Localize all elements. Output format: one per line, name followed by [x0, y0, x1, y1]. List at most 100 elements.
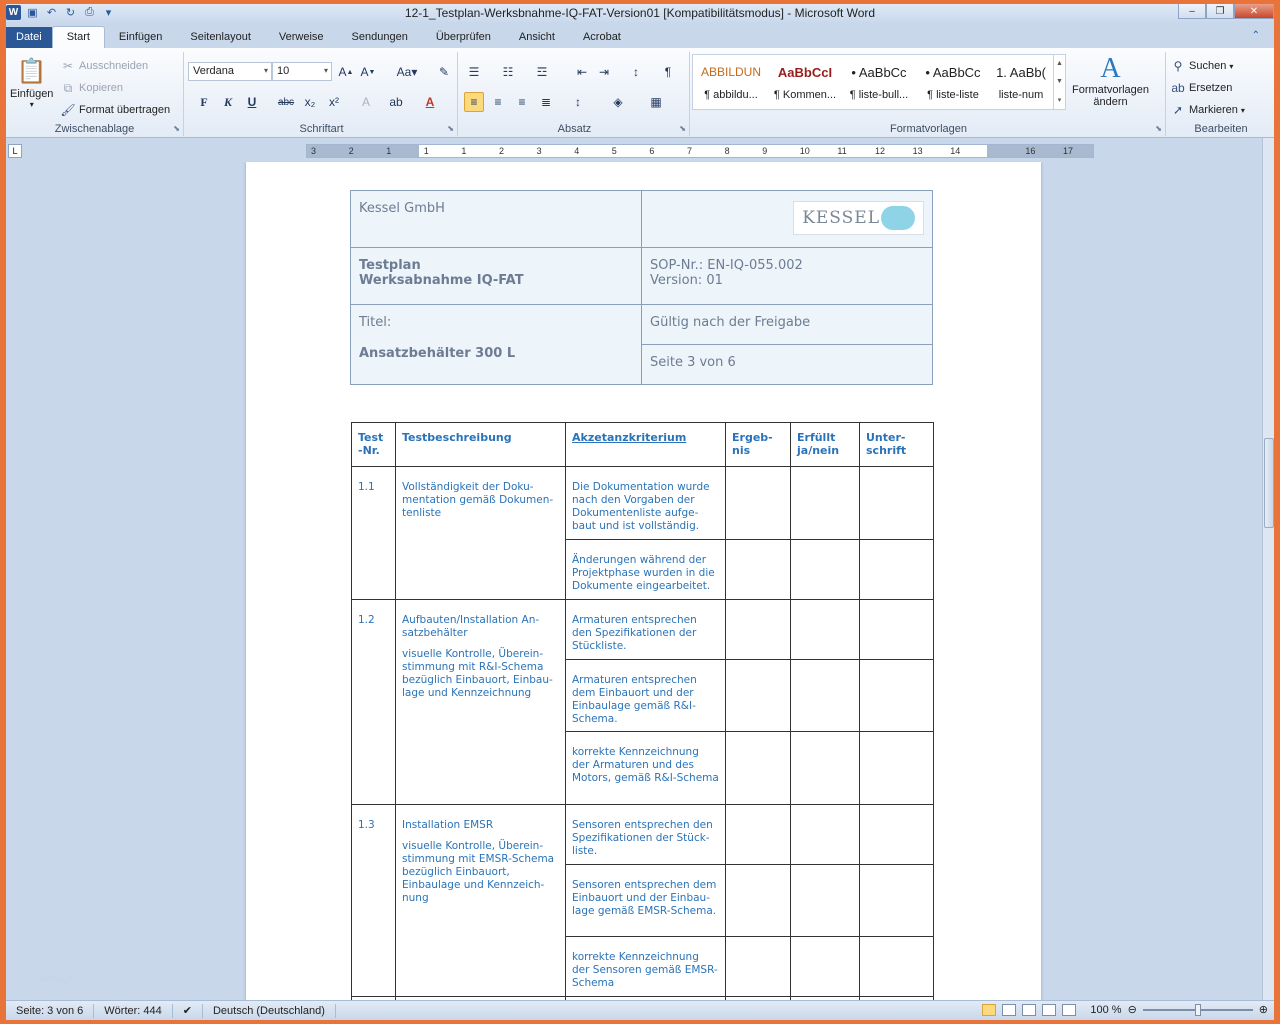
style-liste-liste[interactable]: • AaBbCc ¶ liste-liste [917, 55, 989, 109]
tab-file[interactable]: Datei [6, 27, 52, 48]
doc-title-cell[interactable]: Testplan Werksabnahme IQ-FAT [350, 247, 642, 305]
style-kommentar[interactable]: AaBbCcI ¶ Kommen... [769, 55, 841, 109]
copy-button[interactable]: ⧉ Kopieren [60, 80, 123, 96]
criterion-cell[interactable]: Armaturen entsprechen den Spezifikatione… [565, 599, 726, 660]
web-layout-icon[interactable] [1022, 1003, 1037, 1016]
sort-icon[interactable]: ↕ [626, 62, 646, 82]
outline-icon[interactable] [1042, 1003, 1057, 1016]
criterion-cell[interactable]: korrekte Kennzeichnung der Sensoren gemä… [565, 936, 726, 997]
result-cell[interactable] [725, 936, 791, 997]
align-left-icon[interactable]: ≡ [464, 92, 484, 112]
result-cell[interactable] [725, 659, 791, 732]
increase-indent-icon[interactable]: ⇥ [594, 62, 614, 82]
minimize-button[interactable]: – [1178, 4, 1206, 19]
result-cell[interactable] [725, 466, 791, 540]
numbering-icon[interactable]: ☷ [498, 62, 518, 82]
fulfilled-cell[interactable] [790, 659, 860, 732]
sop-cell[interactable]: SOP-Nr.: EN-IQ-055.002 Version: 01 [641, 247, 933, 305]
test-nr-cell[interactable]: 1.2 [351, 599, 396, 805]
valid-cell[interactable]: Gültig nach der Freigabe [641, 304, 933, 345]
pilcrow-icon[interactable]: ¶ [658, 62, 678, 82]
justify-icon[interactable]: ≣ [536, 92, 556, 112]
chevron-up-icon[interactable]: ▲ [1056, 60, 1063, 67]
description-cell[interactable]: Installation EMSR visuelle Kontrolle, Üb… [395, 804, 566, 997]
zoom-slider-knob[interactable] [1194, 1003, 1201, 1016]
italic-button[interactable]: K [218, 92, 238, 112]
zoom-in-icon[interactable]: ⊕ [1259, 1003, 1268, 1016]
tab-review[interactable]: Überprüfen [422, 27, 505, 48]
tab-insert[interactable]: Einfügen [105, 27, 176, 48]
signature-cell[interactable] [859, 804, 934, 865]
align-right-icon[interactable]: ≡ [512, 92, 532, 112]
underline-button[interactable]: U [242, 92, 262, 112]
company-cell[interactable]: Kessel GmbH [350, 190, 642, 248]
fulfilled-cell[interactable] [790, 804, 860, 865]
title-cell[interactable]: Titel: Ansatzbehälter 300 L [350, 304, 642, 385]
tab-start[interactable]: Start [51, 26, 105, 48]
col-header-result[interactable]: Ergeb-nis [725, 422, 791, 467]
proofing-status[interactable]: ✔ [173, 1003, 203, 1018]
document-page[interactable]: Kessel GmbH KESSEL Testplan Werksabnahme… [246, 162, 1041, 1000]
criterion-cell[interactable]: korrekte Kennzeichnung der Armaturen und… [565, 731, 726, 805]
font-color-icon[interactable]: A [420, 92, 440, 112]
criterion-cell[interactable]: Die Dokumentation wurde nach den Vorgabe… [565, 466, 726, 540]
shading-icon[interactable]: ◈ [608, 92, 628, 112]
highlight-icon[interactable]: ab [386, 92, 406, 112]
zoom-slider[interactable] [1142, 1003, 1253, 1016]
scrollbar-thumb[interactable] [1264, 438, 1274, 528]
language-status[interactable]: Deutsch (Deutschland) [203, 1003, 336, 1018]
full-screen-reading-icon[interactable] [1002, 1003, 1017, 1016]
col-header-test-nr[interactable]: Test -Nr. [351, 422, 396, 467]
maximize-button[interactable]: ❐ [1206, 4, 1234, 19]
font-launcher-icon[interactable]: ⬊ [447, 124, 454, 133]
result-cell[interactable] [725, 599, 791, 660]
style-liste-num[interactable]: 1. AaBb( liste-num [985, 55, 1057, 109]
signature-cell[interactable] [859, 659, 934, 732]
tab-selector[interactable]: L [8, 144, 22, 158]
font-name-combo[interactable]: Verdana ▾ [188, 62, 272, 81]
tab-mailings[interactable]: Sendungen [338, 27, 422, 48]
criterion-cell[interactable]: Sensoren entsprechen dem Einbauort und d… [565, 864, 726, 937]
style-abbildung[interactable]: ABBILDUN ¶ abbildu... [695, 55, 767, 109]
styles-launcher-icon[interactable]: ⬊ [1155, 124, 1162, 133]
signature-cell[interactable] [859, 936, 934, 997]
zoom-out-icon[interactable]: ⊖ [1128, 1003, 1137, 1016]
signature-cell[interactable] [859, 539, 934, 600]
find-button[interactable]: ⚲ Suchen ▾ [1170, 58, 1234, 74]
chevron-down-icon[interactable]: ▼ [1056, 78, 1063, 85]
word-count[interactable]: Wörter: 444 [94, 1003, 173, 1018]
test-nr-cell[interactable]: 1.3 [351, 804, 396, 997]
horizontal-ruler[interactable]: 3 2 1 1 1 2 3 4 5 6 7 8 9 10 11 12 13 14 16 17 [306, 144, 1094, 158]
bold-button[interactable]: F [194, 92, 214, 112]
logo-cell[interactable]: KESSEL [641, 190, 933, 248]
align-center-icon[interactable]: ≡ [488, 92, 508, 112]
col-header-fulfilled[interactable]: Erfüllt ja/nein [790, 422, 860, 467]
print-layout-icon[interactable] [982, 1003, 997, 1016]
signature-cell[interactable] [859, 599, 934, 660]
fulfilled-cell[interactable] [790, 599, 860, 660]
col-header-signature[interactable]: Unter-schrift [859, 422, 934, 467]
signature-cell[interactable] [859, 864, 934, 937]
paste-button[interactable]: 📋 Einfügen ▾ [10, 54, 53, 110]
fulfilled-cell[interactable] [790, 731, 860, 805]
criterion-cell[interactable]: Sensoren entsprechen den Spezifikationen… [565, 804, 726, 865]
test-nr-cell[interactable]: 1.1 [351, 466, 396, 600]
font-size-combo[interactable]: 10 ▾ [272, 62, 332, 81]
result-cell[interactable] [725, 731, 791, 805]
subscript-button[interactable]: x₂ [300, 92, 320, 112]
paragraph-launcher-icon[interactable]: ⬊ [679, 124, 686, 133]
bullets-icon[interactable]: ☰ [464, 62, 484, 82]
superscript-button[interactable]: x² [324, 92, 344, 112]
vertical-scrollbar[interactable] [1262, 138, 1274, 1000]
line-spacing-icon[interactable]: ↕ [568, 92, 588, 112]
fulfilled-cell[interactable] [790, 936, 860, 997]
fulfilled-cell[interactable] [790, 466, 860, 540]
decrease-indent-icon[interactable]: ⇤ [572, 62, 592, 82]
change-styles-button[interactable]: A Formatvorlagen ändern [1072, 54, 1149, 109]
draft-icon[interactable] [1062, 1003, 1077, 1016]
result-cell[interactable] [725, 864, 791, 937]
shrink-font-icon[interactable]: A ▼ [358, 62, 378, 82]
result-cell[interactable] [725, 804, 791, 865]
styles-scroll[interactable]: ▲ ▼ ▾ [1053, 55, 1065, 109]
page-counter[interactable]: Seite: 3 von 6 [6, 1003, 95, 1018]
